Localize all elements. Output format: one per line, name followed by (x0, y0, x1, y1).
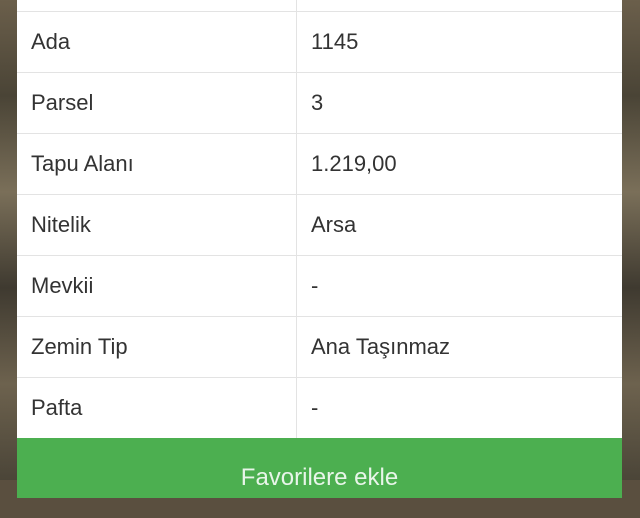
row-value: 1145 (296, 11, 622, 73)
map-background-right (622, 0, 640, 480)
row-label: Nitelik (17, 194, 297, 256)
row-value: - (296, 377, 622, 439)
table-row-mevkii: Mevkii - (17, 255, 622, 317)
table-row (17, 0, 622, 12)
add-to-favorites-button[interactable]: Favorilere ekle (17, 438, 622, 498)
row-label: Ada (17, 11, 297, 73)
row-label: Pafta (17, 377, 297, 439)
table-row-nitelik: Nitelik Arsa (17, 194, 622, 256)
table-row-parsel: Parsel 3 (17, 72, 622, 134)
table-cell-key (17, 0, 297, 12)
table-row-ada: Ada 1145 (17, 11, 622, 73)
table-cell-value (296, 0, 622, 12)
parcel-info-panel: Ada 1145 Parsel 3 Tapu Alanı 1.219,00 Ni… (17, 0, 622, 480)
row-label: Tapu Alanı (17, 133, 297, 195)
row-label: Zemin Tip (17, 316, 297, 378)
row-label: Mevkii (17, 255, 297, 317)
table-row-tapu-alani: Tapu Alanı 1.219,00 (17, 133, 622, 195)
table-row-zemin-tip: Zemin Tip Ana Taşınmaz (17, 316, 622, 378)
row-value: Ana Taşınmaz (296, 316, 622, 378)
row-value: 1.219,00 (296, 133, 622, 195)
row-value: Arsa (296, 194, 622, 256)
map-background-left (0, 0, 17, 480)
row-value: - (296, 255, 622, 317)
row-value: 3 (296, 72, 622, 134)
row-label: Parsel (17, 72, 297, 134)
parcel-info-table: Ada 1145 Parsel 3 Tapu Alanı 1.219,00 Ni… (17, 0, 622, 439)
table-row-pafta: Pafta - (17, 377, 622, 439)
